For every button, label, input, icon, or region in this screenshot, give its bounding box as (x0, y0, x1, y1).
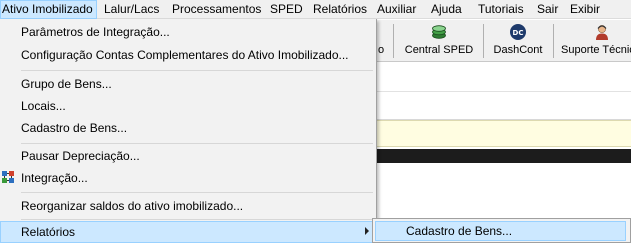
toolbar-button-label: Suporte Técnic (561, 44, 631, 56)
menu-item-label: Configuração Contas Complementares do At… (21, 48, 349, 62)
dashcont-button[interactable]: DC DashCont (489, 20, 547, 61)
toolbar-button-label: DashCont (493, 44, 543, 56)
relatorios-submenu: Cadastro de Bens... (372, 218, 631, 243)
toolbar-button-partial[interactable]: o (378, 20, 390, 61)
menu-item-grupo-de-bens[interactable]: Grupo de Bens... (0, 73, 375, 95)
dashcont-icon: DC (510, 24, 526, 40)
menu-label: Relatórios (313, 2, 368, 16)
menu-separator (21, 143, 373, 144)
toolbar-button-label: Central SPED (404, 44, 474, 56)
menu-label: Tutoriais (478, 2, 524, 16)
menu-label: SPED (270, 2, 303, 16)
menu-item-relatorios[interactable]: Relatórios (0, 221, 375, 243)
menu-processamentos[interactable]: Processamentos (172, 0, 261, 19)
menu-item-parametros-integracao[interactable]: Parâmetros de Integração... (0, 21, 375, 43)
toolbar-separator (553, 24, 554, 58)
ativo-imobilizado-dropdown: Parâmetros de Integração... Configuração… (0, 19, 377, 243)
menu-item-cadastro-de-bens[interactable]: Cadastro de Bens... (0, 117, 375, 139)
menu-sair[interactable]: Sair (537, 0, 558, 19)
suporte-tecnico-button[interactable]: Suporte Técnic (557, 20, 631, 61)
menu-label: Processamentos (172, 2, 262, 16)
menu-item-label: Reorganizar saldos do ativo imobilizado.… (21, 199, 244, 213)
menu-label: Exibir (570, 2, 601, 16)
menu-ajuda[interactable]: Ajuda (431, 0, 462, 19)
menu-ativo-imobilizado[interactable]: Ativo Imobilizado (0, 0, 97, 19)
menu-item-locais[interactable]: Locais... (0, 95, 375, 117)
menu-label: Lalur/Lacs (104, 2, 160, 16)
toolbar-separator (483, 24, 484, 58)
menu-item-label: Parâmetros de Integração... (21, 25, 170, 39)
stack-icon (432, 25, 446, 39)
menu-auxiliar[interactable]: Auxiliar (377, 0, 416, 19)
toolbar-button-label: o (378, 44, 385, 56)
menu-item-label: Pausar Depreciação... (21, 149, 140, 163)
menu-tutoriais[interactable]: Tutoriais (478, 0, 524, 19)
menu-label: Auxiliar (377, 2, 417, 16)
menu-label: Sair (537, 2, 559, 16)
menu-separator (21, 192, 373, 193)
menu-separator (21, 70, 373, 71)
menu-item-label: Grupo de Bens... (21, 77, 112, 91)
svg-text:DC: DC (513, 29, 524, 37)
submenu-arrow-icon (365, 227, 369, 235)
menu-item-label: Integração... (21, 171, 88, 185)
support-person-icon (596, 25, 608, 40)
central-sped-button[interactable]: Central SPED (400, 20, 478, 61)
menu-exibir[interactable]: Exibir (570, 0, 600, 19)
menu-label: Ajuda (431, 2, 462, 16)
menu-sped[interactable]: SPED (270, 0, 303, 19)
menu-bar: Ativo Imobilizado Lalur/Lacs Processamen… (0, 0, 631, 19)
menu-item-label: Locais... (21, 99, 66, 113)
menu-item-pausar-depreciacao[interactable]: Pausar Depreciação... (0, 145, 375, 167)
menu-item-configuracao-contas[interactable]: Configuração Contas Complementares do At… (0, 44, 375, 66)
menu-item-label: Cadastro de Bens... (21, 121, 128, 135)
submenu-item-cadastro-de-bens[interactable]: Cadastro de Bens... (375, 221, 626, 241)
toolbar-separator (393, 24, 394, 58)
integration-icon (2, 171, 14, 183)
menu-item-integracao[interactable]: Integração... (0, 167, 375, 189)
menu-lalur-lacs[interactable]: Lalur/Lacs (104, 0, 159, 19)
menu-label: Ativo Imobilizado (2, 2, 93, 16)
menu-item-label: Relatórios (21, 225, 76, 239)
submenu-item-label: Cadastro de Bens... (406, 224, 513, 238)
menu-separator (21, 219, 373, 220)
menu-relatorios[interactable]: Relatórios (313, 0, 367, 19)
menu-item-reorganizar-saldos[interactable]: Reorganizar saldos do ativo imobilizado.… (0, 195, 375, 217)
